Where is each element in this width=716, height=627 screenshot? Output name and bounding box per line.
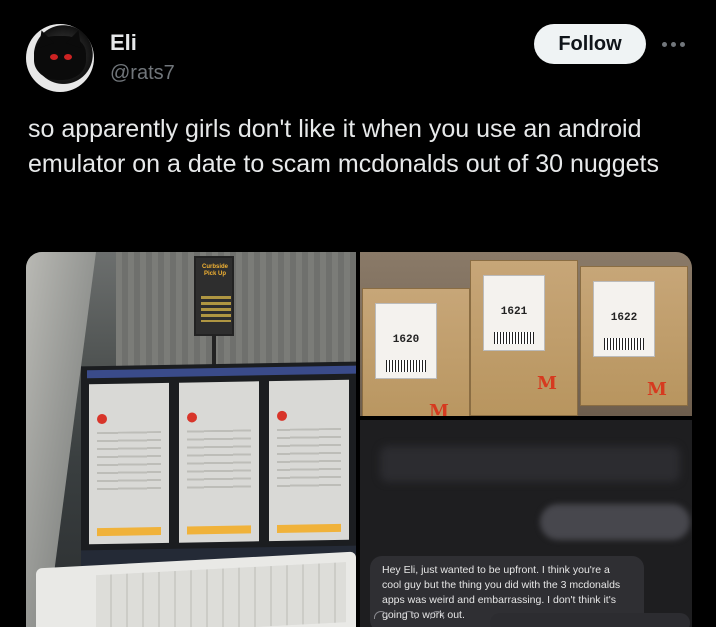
laptop-photo[interactable]: Curbside Pick Up	[26, 252, 356, 627]
avatar[interactable]	[26, 24, 94, 92]
mcdonalds-bag: 1620 M	[362, 288, 470, 416]
post-header: Eli @rats7 Follow	[26, 22, 696, 92]
author-name[interactable]: Eli	[110, 30, 137, 56]
mcdonalds-logo-icon: M	[429, 401, 449, 416]
follow-button[interactable]: Follow	[534, 24, 646, 64]
blurred-message	[540, 504, 690, 540]
emulator-window	[269, 379, 349, 542]
media-grid[interactable]: Curbside Pick Up 1620 M 1621 M 1622 M He…	[26, 252, 692, 627]
laptop-screen	[81, 361, 356, 567]
camera-icon	[374, 611, 388, 619]
sign-text: Curbside Pick Up	[201, 264, 228, 277]
emulator-window	[89, 382, 169, 545]
chat-screenshot[interactable]: Hey Eli, just wanted to be upfront. I th…	[360, 420, 692, 627]
order-receipt: 1620	[375, 303, 437, 379]
order-receipt: 1621	[483, 275, 545, 351]
order-receipt: 1622	[593, 281, 655, 357]
mcdonalds-logo-icon: M	[647, 379, 667, 400]
author-handle[interactable]: @rats7	[110, 62, 175, 85]
mcdonalds-bag: 1621 M	[470, 260, 578, 416]
more-horizontal-icon[interactable]	[662, 34, 692, 54]
bags-photo[interactable]: 1620 M 1621 M 1622 M	[360, 252, 692, 416]
post-text: so apparently girls don't like it when y…	[28, 115, 659, 178]
emulator-window	[179, 381, 259, 543]
image-icon	[402, 611, 416, 619]
sticker-icon	[430, 611, 444, 619]
mcdonalds-logo-icon: M	[537, 373, 557, 394]
blurred-message	[380, 446, 680, 482]
mcdonalds-bag: 1622 M	[580, 266, 688, 406]
chat-input	[490, 613, 690, 627]
chat-toolbar	[374, 611, 474, 625]
curbside-sign: Curbside Pick Up	[194, 256, 234, 336]
